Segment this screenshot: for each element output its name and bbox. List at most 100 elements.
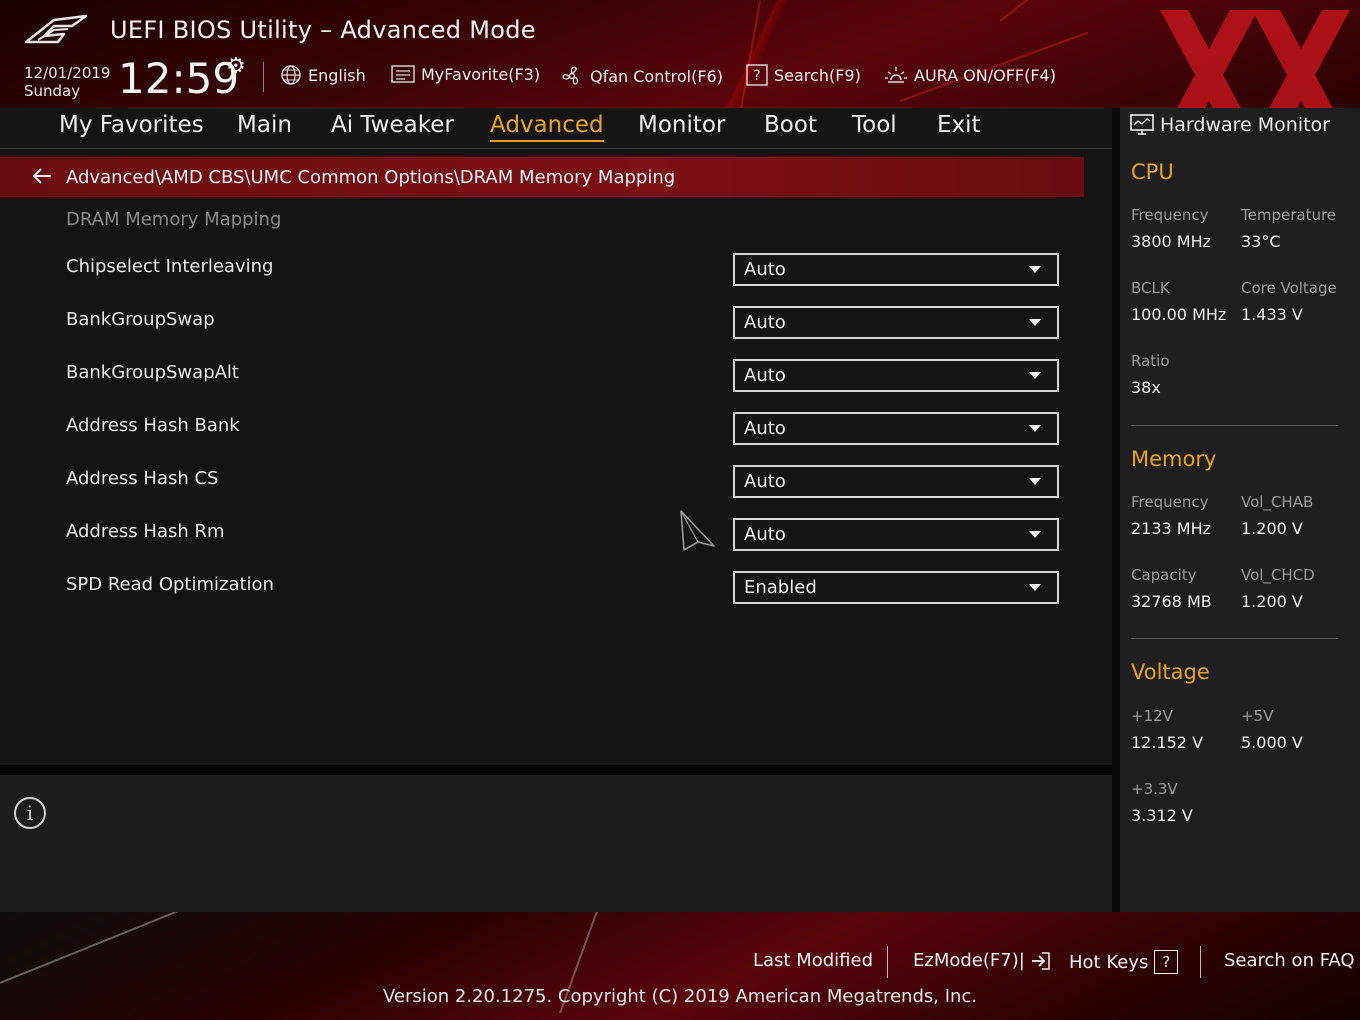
setting-row-address-hash-cs: Address Hash CS Auto bbox=[0, 462, 1084, 502]
cpu-temperature-label: Temperature bbox=[1241, 206, 1337, 224]
mem-frequency-label: Frequency bbox=[1131, 493, 1209, 511]
tab-ai-tweaker[interactable]: Ai Tweaker bbox=[331, 112, 454, 140]
info-icon: i bbox=[14, 797, 46, 829]
bclk-value: 100.00 MHz bbox=[1131, 305, 1227, 324]
version-copyright: Version 2.20.1275. Copyright (C) 2019 Am… bbox=[382, 986, 978, 1007]
tab-tool[interactable]: Tool bbox=[852, 112, 897, 140]
cpu-frequency-label: Frequency bbox=[1131, 206, 1209, 224]
footer-divider bbox=[887, 946, 888, 978]
myfavorite-button[interactable]: MyFavorite(F3) bbox=[391, 64, 540, 84]
breadcrumb: Advanced\AMD CBS\UMC Common Options\DRAM… bbox=[0, 157, 1084, 197]
day-text: Sunday bbox=[24, 82, 81, 100]
vol-chab-label: Vol_CHAB bbox=[1241, 493, 1314, 511]
setting-label: BankGroupSwap bbox=[66, 309, 215, 330]
chevron-down-icon bbox=[1029, 425, 1041, 432]
v33-label: +3.3V bbox=[1131, 780, 1178, 798]
aura-label: AURA ON/OFF(F4) bbox=[914, 65, 1056, 85]
tab-boot[interactable]: Boot bbox=[764, 112, 817, 140]
main-tab-bar: My Favorites Main Ai Tweaker Advanced Mo… bbox=[0, 108, 1112, 148]
myfavorite-label: MyFavorite(F3) bbox=[421, 64, 541, 84]
vol-chcd-label: Vol_CHCD bbox=[1241, 566, 1315, 584]
setting-row-spd-read-optimization: SPD Read Optimization Enabled bbox=[0, 568, 1084, 608]
setting-label: SPD Read Optimization bbox=[66, 574, 274, 595]
address-hash-rm-select[interactable]: Auto bbox=[733, 518, 1059, 551]
chevron-down-icon bbox=[1029, 372, 1041, 379]
hardware-monitor-panel: Hardware Monitor CPU Frequency Temperatu… bbox=[1120, 108, 1360, 912]
search-help-icon: ? bbox=[746, 64, 768, 86]
vol-chcd-value: 1.200 V bbox=[1241, 592, 1303, 611]
select-value: Auto bbox=[744, 471, 786, 492]
svg-text:?: ? bbox=[753, 68, 760, 84]
tab-exit[interactable]: Exit bbox=[937, 112, 981, 140]
vol-chab-value: 1.200 V bbox=[1241, 519, 1303, 538]
app-title: UEFI BIOS Utility – Advanced Mode bbox=[110, 16, 536, 44]
help-key-icon: ? bbox=[1154, 950, 1179, 974]
globe-icon bbox=[281, 65, 301, 85]
setting-label: Address Hash Bank bbox=[66, 415, 240, 436]
header-bar: UEFI BIOS Utility – Advanced Mode 12/01/… bbox=[0, 0, 1360, 108]
mem-frequency-value: 2133 MHz bbox=[1131, 519, 1212, 538]
chevron-down-icon bbox=[1029, 478, 1041, 485]
search-button[interactable]: ? Search(F9) bbox=[746, 64, 861, 86]
select-value: Auto bbox=[744, 365, 786, 386]
tab-my-favorites[interactable]: My Favorites bbox=[59, 112, 204, 140]
ezmode-button[interactable]: EzMode(F7)| bbox=[913, 950, 1051, 971]
tab-monitor[interactable]: Monitor bbox=[638, 112, 725, 140]
exit-arrow-icon bbox=[1031, 951, 1050, 970]
chevron-down-icon bbox=[1029, 584, 1041, 591]
select-value: Auto bbox=[744, 259, 786, 280]
capacity-value: 32768 MB bbox=[1131, 592, 1212, 611]
core-voltage-label: Core Voltage bbox=[1241, 279, 1337, 297]
header-divider bbox=[263, 62, 264, 92]
v5-label: +5V bbox=[1241, 707, 1274, 725]
hw-monitor-title: Hardware Monitor bbox=[1160, 114, 1330, 136]
cpu-temperature-value: 33°C bbox=[1241, 232, 1281, 251]
info-divider bbox=[0, 765, 1112, 775]
bankgroupswap-select[interactable]: Auto bbox=[733, 306, 1059, 339]
address-hash-cs-select[interactable]: Auto bbox=[733, 465, 1059, 498]
cpu-frequency-value: 3800 MHz bbox=[1131, 232, 1212, 251]
date-text: 12/01/2019 bbox=[24, 64, 111, 82]
back-arrow-icon[interactable] bbox=[32, 165, 66, 189]
bankgroupswapalt-select[interactable]: Auto bbox=[733, 359, 1059, 392]
setting-row-bankgroupswapalt: BankGroupSwapAlt Auto bbox=[0, 356, 1084, 396]
hw-divider bbox=[1131, 638, 1338, 639]
v33-value: 3.312 V bbox=[1131, 806, 1193, 825]
select-value: Auto bbox=[744, 524, 786, 545]
address-hash-bank-select[interactable]: Auto bbox=[733, 412, 1059, 445]
tab-advanced[interactable]: Advanced bbox=[490, 112, 604, 142]
bclk-label: BCLK bbox=[1131, 279, 1170, 297]
rog-logo-icon bbox=[24, 14, 88, 44]
search-faq-button[interactable]: Search on FAQ bbox=[1224, 950, 1355, 971]
language-label: English bbox=[308, 65, 366, 85]
qfan-button[interactable]: Qfan Control(F6) bbox=[560, 64, 723, 88]
last-modified-button[interactable]: Last Modified bbox=[753, 950, 873, 971]
footer-bar: Last Modified EzMode(F7)| Hot Keys ? Sea… bbox=[0, 912, 1360, 1020]
select-value: Auto bbox=[744, 312, 786, 333]
setting-row-chipselect-interleaving: Chipselect Interleaving Auto bbox=[0, 250, 1084, 290]
capacity-label: Capacity bbox=[1131, 566, 1197, 584]
aura-button[interactable]: AURA ON/OFF(F4) bbox=[884, 64, 1056, 86]
v5-value: 5.000 V bbox=[1241, 733, 1303, 752]
search-label: Search(F9) bbox=[774, 65, 861, 85]
setting-label: Address Hash Rm bbox=[66, 521, 225, 542]
cpu-heading: CPU bbox=[1131, 160, 1174, 184]
fan-icon bbox=[562, 66, 579, 85]
footer-divider bbox=[1200, 946, 1201, 978]
hot-keys-button[interactable]: Hot Keys ? bbox=[1069, 950, 1179, 974]
clock-time[interactable]: 12:59 bbox=[118, 54, 239, 103]
language-button[interactable]: English bbox=[280, 64, 366, 86]
spd-read-optimization-select[interactable]: Enabled bbox=[733, 571, 1059, 604]
hot-keys-label: Hot Keys bbox=[1069, 951, 1149, 973]
v12-value: 12.152 V bbox=[1131, 733, 1204, 752]
setting-label: Chipselect Interleaving bbox=[66, 256, 274, 277]
tab-main[interactable]: Main bbox=[237, 112, 292, 140]
gear-icon[interactable]: ⚙ bbox=[226, 54, 246, 79]
hw-divider bbox=[1131, 425, 1338, 426]
select-value: Auto bbox=[744, 418, 786, 439]
select-value: Enabled bbox=[744, 577, 817, 598]
core-voltage-value: 1.433 V bbox=[1241, 305, 1303, 324]
chipselect-interleaving-select[interactable]: Auto bbox=[733, 253, 1059, 286]
section-title: DRAM Memory Mapping bbox=[66, 209, 282, 230]
chevron-down-icon bbox=[1029, 266, 1041, 273]
